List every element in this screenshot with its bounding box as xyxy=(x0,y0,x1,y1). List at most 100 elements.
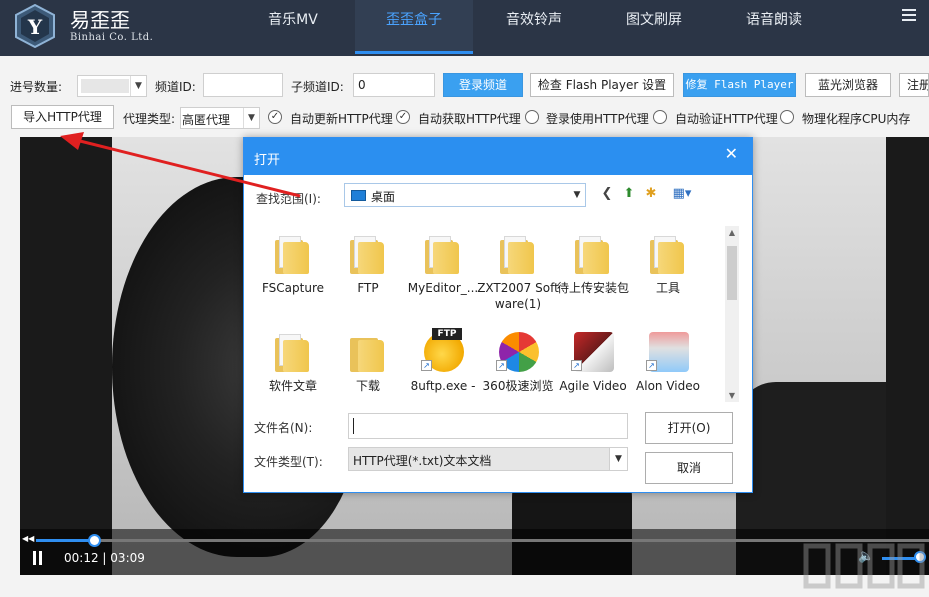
chevron-down-icon: ▼ xyxy=(569,184,585,206)
cancel-button[interactable]: 取消 xyxy=(645,452,733,484)
file-name-field-label: 文件名(N): xyxy=(254,419,312,436)
file-item-zxt2007[interactable]: ZXT2007 Software(1) xyxy=(480,230,556,310)
channel-id-input[interactable] xyxy=(203,73,283,97)
file-item-alon-video[interactable]: ↗ Alon Video xyxy=(630,328,706,402)
look-in-value: 桌面 xyxy=(371,188,395,205)
import-http-proxy-button[interactable]: 导入HTTP代理 xyxy=(11,105,114,129)
check-flash-button[interactable]: 检查 Flash Player 设置 xyxy=(530,73,674,97)
tab-yy-box[interactable]: 歪歪盒子 xyxy=(355,0,473,54)
folder-icon xyxy=(350,236,386,274)
folder-icon xyxy=(275,334,311,372)
count-select[interactable]: ▼ xyxy=(77,75,147,97)
file-item-software-articles[interactable]: 软件文章 xyxy=(255,328,331,402)
auto-verify-proxy-checkbox[interactable] xyxy=(653,110,667,124)
folder-icon xyxy=(275,236,311,274)
count-label: 进号数量: xyxy=(10,78,62,95)
auto-update-proxy-label: 自动更新HTTP代理 xyxy=(290,110,393,127)
subchannel-id-input[interactable]: 0 xyxy=(353,73,435,97)
folder-icon xyxy=(425,236,461,274)
close-icon[interactable]: ✕ xyxy=(725,144,738,163)
chevron-down-icon: ▼ xyxy=(609,448,627,470)
file-list: FSCapture FTP MyEditor_... ZXT2007 Softw… xyxy=(253,226,739,402)
folder-icon xyxy=(575,236,611,274)
svg-text:Y: Y xyxy=(27,15,43,39)
chevron-down-icon: ▼ xyxy=(130,76,146,96)
folder-icon xyxy=(500,236,536,274)
tab-music-mv[interactable]: 音乐MV xyxy=(234,0,352,54)
scroll-thumb[interactable] xyxy=(727,246,737,300)
time-readout: 00:12 | 03:09 xyxy=(64,551,145,565)
file-type-value: HTTP代理(*.txt)文本文档 xyxy=(353,452,491,469)
brand-subtitle: Binhai Co. Ltd. xyxy=(70,32,153,43)
seek-bar[interactable] xyxy=(36,539,929,542)
duration: 03:09 xyxy=(110,551,145,565)
login-channel-button[interactable]: 登录频道 xyxy=(443,73,523,97)
file-item-myeditor[interactable]: MyEditor_... xyxy=(405,230,481,310)
file-item-fscapture[interactable]: FSCapture xyxy=(255,230,331,310)
scroll-up-icon[interactable]: ▲ xyxy=(725,228,739,237)
folder-icon xyxy=(350,334,386,372)
app-window: Y 易歪歪 Binhai Co. Ltd. 音乐MV 歪歪盒子 音效铃声 图文刷… xyxy=(0,0,929,597)
auto-fetch-proxy-label: 自动获取HTTP代理 xyxy=(418,110,521,127)
tab-sound-effects[interactable]: 音效铃声 xyxy=(475,0,593,54)
channel-id-label: 频道ID: xyxy=(155,78,196,95)
file-item-tools[interactable]: 工具 xyxy=(630,230,706,310)
file-type-label: 文件类型(T): xyxy=(254,453,323,470)
file-item-pending-packages[interactable]: 待上传安装包 xyxy=(555,230,631,310)
watermark-logo-icon xyxy=(800,540,929,597)
folder-icon xyxy=(650,236,686,274)
scroll-down-icon[interactable]: ▼ xyxy=(725,391,739,400)
shortcut-arrow-icon: ↗ xyxy=(571,360,582,371)
top-header: Y 易歪歪 Binhai Co. Ltd. 音乐MV 歪歪盒子 音效铃声 图文刷… xyxy=(0,0,929,56)
new-folder-icon[interactable]: ✱ xyxy=(642,185,660,203)
file-name-label: Alon Video xyxy=(624,378,712,394)
back-icon[interactable]: ❮ xyxy=(598,185,616,203)
shortcut-arrow-icon: ↗ xyxy=(421,360,432,371)
view-menu-icon[interactable]: ▦▾ xyxy=(670,185,694,203)
file-type-select[interactable]: HTTP代理(*.txt)文本文档 ▼ xyxy=(348,447,628,471)
dialog-titlebar: 打开 xyxy=(244,138,752,175)
app-logo-icon: Y xyxy=(14,4,56,48)
tab-voice-reading[interactable]: 语音朗读 xyxy=(715,0,833,54)
auto-update-proxy-checkbox[interactable]: ✓ xyxy=(268,110,282,124)
file-item-downloads[interactable]: 下载 xyxy=(330,328,406,402)
file-list-scrollbar[interactable]: ▲ ▼ xyxy=(725,226,739,402)
auto-fetch-proxy-checkbox[interactable]: ✓ xyxy=(396,110,410,124)
tab-image-text-spam[interactable]: 图文刷屏 xyxy=(595,0,713,54)
register-button[interactable]: 注册 xyxy=(899,73,929,97)
file-item-8uftp[interactable]: FTP ↗ 8uftp.exe - xyxy=(405,328,481,402)
file-item-agile-video[interactable]: ↗ Agile Video xyxy=(555,328,631,402)
shortcut-arrow-icon: ↗ xyxy=(496,360,507,371)
chevron-down-icon: ▼ xyxy=(243,108,259,128)
file-name-input[interactable] xyxy=(348,413,628,439)
rewind-icon[interactable]: ◀◀ xyxy=(22,534,34,543)
player-controls: ◀◀ 00:12 | 03:09 🔈 xyxy=(20,529,929,575)
hamburger-icon[interactable] xyxy=(902,9,916,23)
repair-flash-button[interactable]: 修复 Flash Player xyxy=(683,73,796,97)
physical-cpu-memory-label: 物理化程序CPU内存 xyxy=(802,110,910,127)
dialog-title: 打开 xyxy=(254,153,280,168)
shortcut-arrow-icon: ↗ xyxy=(646,360,657,371)
open-button[interactable]: 打开(O) xyxy=(645,412,733,444)
login-use-proxy-label: 登录使用HTTP代理 xyxy=(546,110,649,127)
seek-progress xyxy=(36,539,95,542)
subchannel-id-label: 子频道ID: xyxy=(291,78,344,95)
login-use-proxy-checkbox[interactable] xyxy=(525,110,539,124)
current-time: 00:12 xyxy=(64,551,99,565)
time-separator: | xyxy=(102,551,106,565)
physical-cpu-memory-checkbox[interactable] xyxy=(780,110,794,124)
proxy-type-select[interactable]: 高匿代理 ▼ xyxy=(180,107,260,129)
file-name-label: 工具 xyxy=(624,280,712,296)
bluray-browser-button[interactable]: 蓝光浏览器 xyxy=(805,73,891,97)
open-file-dialog: 打开 ✕ 查找范围(I): 桌面 ▼ ❮ ⬆ ✱ ▦▾ FSCapture FT… xyxy=(243,137,753,493)
count-value xyxy=(81,79,129,93)
proxy-type-value: 高匿代理 xyxy=(182,111,230,128)
file-item-ftp[interactable]: FTP xyxy=(330,230,406,310)
pause-icon[interactable] xyxy=(33,551,45,565)
up-folder-icon[interactable]: ⬆ xyxy=(620,185,638,203)
brand-name: 易歪歪 xyxy=(70,4,130,33)
file-item-360-browser[interactable]: ↗ 360极速浏览 xyxy=(480,328,556,402)
auto-verify-proxy-label: 自动验证HTTP代理 xyxy=(675,110,778,127)
seek-handle[interactable] xyxy=(88,534,101,547)
look-in-select[interactable]: 桌面 ▼ xyxy=(344,183,586,207)
